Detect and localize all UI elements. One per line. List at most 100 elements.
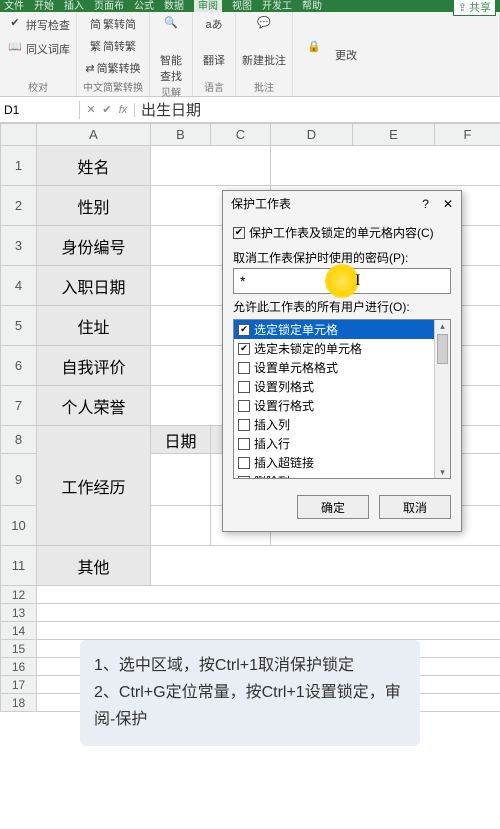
cell[interactable]: 住址 (37, 306, 151, 346)
row-header[interactable]: 17 (1, 676, 37, 694)
share-button[interactable]: ⇪共享 (453, 0, 496, 16)
group-label: 批注 (242, 79, 286, 94)
tab-data[interactable]: 数据 (164, 0, 184, 12)
row-header[interactable]: 1 (1, 146, 37, 186)
scroll-down-icon[interactable]: ▾ (435, 466, 450, 478)
row-header[interactable]: 8 (1, 426, 37, 454)
cell[interactable]: 自我评价 (37, 346, 151, 386)
new-comment-button[interactable]: 新建批注 (242, 52, 286, 68)
spellcheck-button[interactable]: ✔拼写检查 (6, 16, 70, 34)
cn-convert-button[interactable]: ⇄简繁转换 (85, 60, 140, 76)
fx-icon[interactable]: fx (116, 103, 130, 117)
name-box[interactable]: D1 (0, 101, 80, 119)
tab-formula[interactable]: 公式 (134, 0, 154, 12)
cell[interactable]: 工作经历 (37, 426, 151, 546)
tab-start[interactable]: 开始 (34, 0, 54, 12)
col-header[interactable]: D (271, 124, 353, 146)
row-header[interactable]: 15 (1, 640, 37, 658)
group-label: 校对 (6, 79, 70, 94)
cancel-button[interactable]: 取消 (379, 495, 451, 519)
tab-review[interactable]: 审阅 (194, 0, 222, 12)
cell[interactable]: 其他 (37, 546, 151, 586)
row-header[interactable]: 4 (1, 266, 37, 306)
text-cursor-icon: I (355, 272, 360, 290)
select-all[interactable] (1, 124, 37, 146)
enter-icon[interactable]: ✔ (100, 103, 114, 117)
share-icon: ⇪ (458, 1, 467, 14)
scroll-thumb[interactable] (437, 334, 448, 364)
col-header[interactable]: A (37, 124, 151, 146)
scroll-up-icon[interactable]: ▴ (435, 320, 450, 332)
password-input[interactable] (233, 268, 451, 294)
permission-option[interactable]: 设置单元格格式 (234, 358, 450, 377)
cell[interactable]: 入职日期 (37, 266, 151, 306)
row-header[interactable]: 16 (1, 658, 37, 676)
spellcheck-icon: ✔ (6, 16, 24, 34)
tab-dev[interactable]: 开发工 (262, 0, 292, 12)
changes-button[interactable]: 更改 (335, 47, 357, 63)
note-line: 2、Ctrl+G定位常量，按Ctrl+1设置锁定，审阅-保护 (94, 679, 406, 733)
simp-to-trad-button[interactable]: 繁简转繁 (90, 38, 136, 54)
ok-button[interactable]: 确定 (297, 495, 369, 519)
formula-bar[interactable]: 出生日期 (135, 97, 500, 122)
tab-layout[interactable]: 页面布 (94, 0, 124, 12)
row-header[interactable]: 9 (1, 454, 37, 506)
row-header[interactable]: 2 (1, 186, 37, 226)
translate-button[interactable]: 翻译 (203, 52, 225, 68)
cell[interactable]: 日期 (151, 426, 211, 454)
col-header[interactable]: E (353, 124, 435, 146)
note-line: 1、选中区域，按Ctrl+1取消保护锁定 (94, 652, 406, 679)
checkbox-icon: ✔ (238, 324, 250, 336)
new-comment-icon[interactable]: 💬 (249, 16, 279, 46)
permission-option[interactable]: 插入行 (234, 434, 450, 453)
permission-option[interactable]: 设置行格式 (234, 396, 450, 415)
cn-icon: 简 (90, 16, 101, 32)
translate-icon[interactable]: aあ (199, 16, 229, 46)
permission-option[interactable]: ✔选定未锁定的单元格 (234, 339, 450, 358)
help-icon[interactable]: ? (422, 197, 429, 211)
scrollbar[interactable]: ▴ ▾ (434, 320, 450, 478)
row-header[interactable]: 13 (1, 604, 37, 622)
permission-option[interactable]: 插入列 (234, 415, 450, 434)
permission-option[interactable]: ✔选定锁定单元格 (234, 320, 450, 339)
name-box-bar: D1 ✕ ✔ fx 出生日期 (0, 97, 500, 123)
cell[interactable]: 身份编号 (37, 226, 151, 266)
tab-insert[interactable]: 插入 (64, 0, 84, 12)
col-header[interactable]: B (151, 124, 211, 146)
checkbox-icon (238, 438, 250, 450)
row-header[interactable]: 11 (1, 546, 37, 586)
tab-help[interactable]: 帮助 (302, 0, 322, 12)
close-icon[interactable]: ✕ (443, 197, 453, 211)
cell[interactable]: 姓名 (37, 146, 151, 186)
permission-option[interactable]: 插入超链接 (234, 453, 450, 472)
permissions-label: 允许此工作表的所有用户进行(O): (233, 298, 451, 315)
checkbox-icon: ✔ (233, 227, 245, 239)
convert-icon: ⇄ (85, 62, 94, 75)
row-header[interactable]: 18 (1, 694, 37, 712)
col-header[interactable]: C (211, 124, 271, 146)
permissions-list[interactable]: ✔选定锁定单元格✔选定未锁定的单元格设置单元格格式设置列格式设置行格式插入列插入… (233, 319, 451, 479)
smart-lookup-button[interactable]: 智能 查找 (160, 52, 182, 84)
permission-option[interactable]: 删除列 (234, 472, 450, 479)
row-header[interactable]: 6 (1, 346, 37, 386)
tab-view[interactable]: 视图 (232, 0, 252, 12)
row-header[interactable]: 12 (1, 586, 37, 604)
trad-to-simp-button[interactable]: 简繁转简 (90, 16, 136, 32)
row-header[interactable]: 7 (1, 386, 37, 426)
cancel-icon[interactable]: ✕ (84, 103, 98, 117)
protect-checkbox[interactable]: ✔ 保护工作表及锁定的单元格内容(C) (233, 224, 451, 241)
insight-icon[interactable]: 🔍 (156, 16, 186, 46)
protect-icon[interactable]: 🔒 (299, 40, 329, 70)
tab-file[interactable]: 文件 (4, 0, 24, 12)
col-header[interactable]: F (435, 124, 500, 146)
cell[interactable]: 个人荣誉 (37, 386, 151, 426)
permission-option[interactable]: 设置列格式 (234, 377, 450, 396)
group-label: 语言 (199, 79, 229, 94)
cn-icon: 繁 (90, 38, 101, 54)
row-header[interactable]: 10 (1, 506, 37, 546)
row-header[interactable]: 5 (1, 306, 37, 346)
thesaurus-button[interactable]: 📖同义词库 (6, 40, 70, 58)
cell[interactable]: 性别 (37, 186, 151, 226)
row-header[interactable]: 14 (1, 622, 37, 640)
row-header[interactable]: 3 (1, 226, 37, 266)
